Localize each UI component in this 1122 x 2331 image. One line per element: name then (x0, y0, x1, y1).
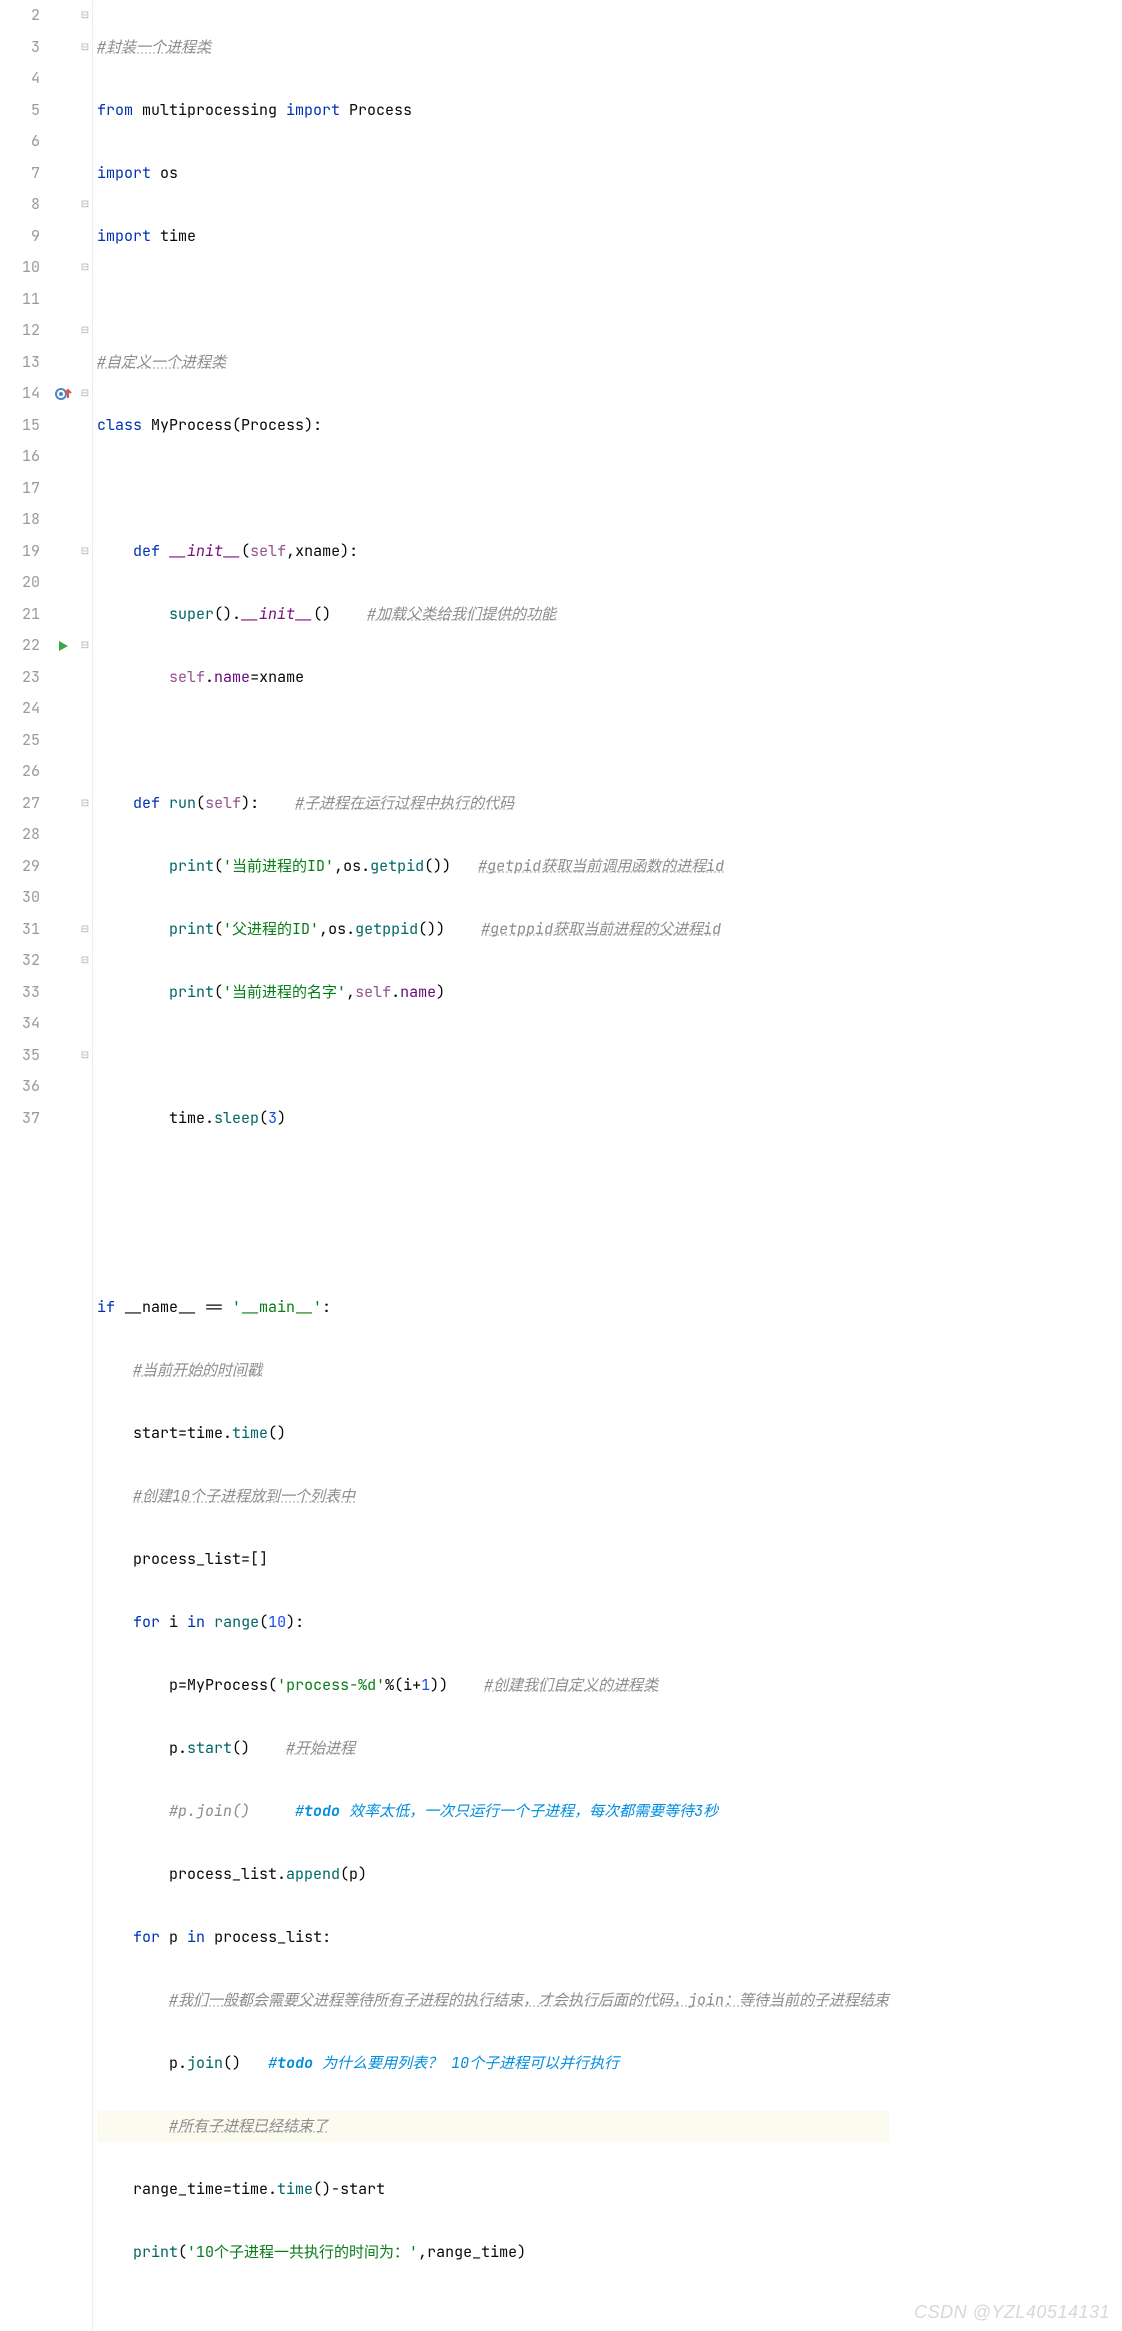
fold-column: ⊟ ⊟ ⊟ ⊟ ⊟ ⊟ ⊟ ⊟ ⊟ ⊟ ⊟ ⊟ (78, 0, 93, 2331)
code-line[interactable]: p.join() #todo 为什么要用列表？ 10个子进程可以并行执行 (97, 2048, 889, 2080)
code-line[interactable]: time.sleep(3) (97, 1103, 889, 1135)
line-number: 19 (0, 536, 40, 568)
line-number: 29 (0, 851, 40, 883)
fold-toggle[interactable]: ⊟ (78, 914, 92, 946)
line-number: 35 (0, 1040, 40, 1072)
fold-toggle[interactable]: ⊟ (78, 378, 92, 410)
line-number: 10 (0, 252, 40, 284)
line-number: 5 (0, 95, 40, 127)
line-number: 18 (0, 504, 40, 536)
line-number: 25 (0, 725, 40, 757)
code-editor[interactable]: 2 3 4 5 6 7 8 9 10 11 12 13 14 15 16 17 … (0, 0, 1122, 2331)
code-line[interactable]: process_list=[] (97, 1544, 889, 1576)
line-number: 12 (0, 315, 40, 347)
code-line[interactable]: print('父进程的ID',os.getppid()) #getppid获取当… (97, 914, 889, 946)
code-line[interactable]: #我们一般都会需要父进程等待所有子进程的执行结束，才会执行后面的代码，join：… (97, 1985, 889, 2017)
line-number: 9 (0, 221, 40, 253)
code-line[interactable]: start=time.time() (97, 1418, 889, 1450)
line-number: 26 (0, 756, 40, 788)
code-line[interactable] (97, 725, 889, 757)
line-number: 27 (0, 788, 40, 820)
line-number: 37 (0, 1103, 40, 1135)
code-line[interactable]: p.start() #开始进程 (97, 1733, 889, 1765)
line-number: 15 (0, 410, 40, 442)
code-line[interactable]: self.name=xname (97, 662, 889, 694)
line-number: 13 (0, 347, 40, 379)
line-number: 16 (0, 441, 40, 473)
line-number: 36 (0, 1071, 40, 1103)
code-line[interactable] (97, 1040, 889, 1072)
line-number: 11 (0, 284, 40, 316)
code-line[interactable]: def __init__(self,xname): (97, 536, 889, 568)
fold-toggle[interactable]: ⊟ (78, 630, 92, 662)
code-line[interactable]: range_time=time.time()-start (97, 2174, 889, 2206)
code-line[interactable]: p=MyProcess('process-%d'%(i+1)) #创建我们自定义… (97, 1670, 889, 1702)
watermark-text: CSDN @YZL40514131 (914, 2302, 1110, 2323)
line-number: 31 (0, 914, 40, 946)
fold-toggle[interactable]: ⊟ (78, 945, 92, 977)
line-number: 34 (0, 1008, 40, 1040)
code-line[interactable]: print('当前进程的名字',self.name) (97, 977, 889, 1009)
code-line[interactable]: import time (97, 221, 889, 253)
breakpoint-override-icon[interactable] (48, 378, 78, 410)
code-line[interactable]: print('10个子进程一共执行的时间为：',range_time) (97, 2237, 889, 2269)
fold-toggle[interactable]: ⊟ (78, 536, 92, 568)
code-line[interactable]: #所有子进程已经结束了 (97, 2111, 889, 2143)
fold-toggle[interactable]: ⊟ (78, 32, 92, 64)
code-line[interactable]: class MyProcess(Process): (97, 410, 889, 442)
code-line[interactable] (97, 284, 889, 316)
code-line[interactable]: for i in range(10): (97, 1607, 889, 1639)
line-number: 20 (0, 567, 40, 599)
line-number: 28 (0, 819, 40, 851)
line-number: 24 (0, 693, 40, 725)
code-line[interactable]: import os (97, 158, 889, 190)
code-line[interactable]: print('当前进程的ID',os.getpid()) #getpid获取当前… (97, 851, 889, 883)
code-content[interactable]: #封装一个进程类 from multiprocessing import Pro… (93, 0, 889, 2331)
line-number: 30 (0, 882, 40, 914)
code-line[interactable]: def run(self): #子进程在运行过程中执行的代码 (97, 788, 889, 820)
code-line[interactable]: #自定义一个进程类 (97, 347, 889, 379)
line-number: 22 (0, 630, 40, 662)
code-line[interactable]: for p in process_list: (97, 1922, 889, 1954)
line-number: 17 (0, 473, 40, 505)
line-number: 2 (0, 0, 40, 32)
line-number: 4 (0, 63, 40, 95)
line-number: 23 (0, 662, 40, 694)
fold-toggle[interactable]: ⊟ (78, 252, 92, 284)
code-line[interactable]: process_list.append(p) (97, 1859, 889, 1891)
line-number: 14 (0, 378, 40, 410)
line-number-gutter: 2 3 4 5 6 7 8 9 10 11 12 13 14 15 16 17 … (0, 0, 48, 2331)
line-number: 33 (0, 977, 40, 1009)
code-line[interactable]: #封装一个进程类 (97, 32, 889, 64)
line-number: 8 (0, 189, 40, 221)
code-line[interactable] (97, 1229, 889, 1261)
fold-toggle[interactable]: ⊟ (78, 0, 92, 32)
code-line[interactable]: if __name__ == '__main__': (97, 1292, 889, 1324)
line-number: 3 (0, 32, 40, 64)
fold-toggle[interactable]: ⊟ (78, 189, 92, 221)
code-line[interactable]: #创建10个子进程放到一个列表中 (97, 1481, 889, 1513)
fold-toggle[interactable]: ⊟ (78, 788, 92, 820)
line-number: 32 (0, 945, 40, 977)
run-main-icon[interactable] (48, 630, 78, 662)
line-number: 7 (0, 158, 40, 190)
code-line[interactable]: super().__init__() #加载父类给我们提供的功能 (97, 599, 889, 631)
code-line[interactable]: #当前开始的时间戳 (97, 1355, 889, 1387)
code-line[interactable]: #p.join() #todo 效率太低，一次只运行一个子进程，每次都需要等待3… (97, 1796, 889, 1828)
code-line[interactable]: from multiprocessing import Process (97, 95, 889, 127)
fold-toggle[interactable]: ⊟ (78, 1040, 92, 1072)
fold-toggle[interactable]: ⊟ (78, 315, 92, 347)
code-line[interactable] (97, 473, 889, 505)
code-line[interactable] (97, 1166, 889, 1198)
line-number: 6 (0, 126, 40, 158)
line-number: 21 (0, 599, 40, 631)
gutter-icon-column (48, 0, 78, 2331)
